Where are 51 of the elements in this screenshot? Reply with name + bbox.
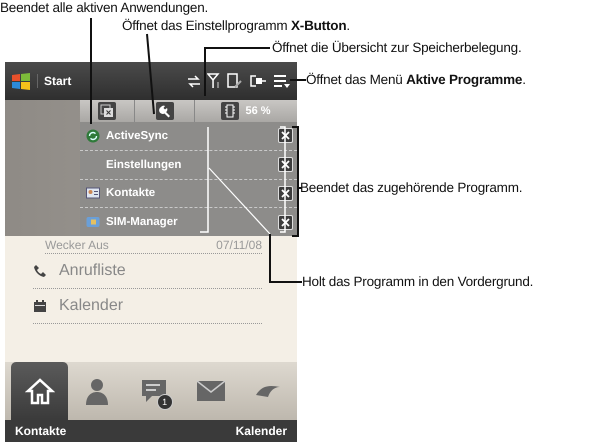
close-icon (281, 131, 290, 140)
leader-line (290, 79, 306, 81)
memory-chip-icon (221, 102, 240, 120)
close-all-button[interactable] (80, 100, 135, 122)
callout-text: Öffnet das Menü Aktive Programme. (306, 72, 526, 87)
close-program-button[interactable] (278, 157, 293, 172)
contact-card-icon (86, 186, 100, 200)
program-item[interactable]: ActiveSync (106, 130, 168, 142)
home-list-item[interactable]: Anrufliste (59, 262, 126, 280)
program-item[interactable]: Einstellungen (106, 158, 182, 171)
device-icon[interactable] (227, 73, 243, 89)
signal-icon[interactable] (207, 73, 221, 89)
callout-text: Beendet alle aktiven Anwendungen. (0, 0, 208, 15)
left-softkey[interactable]: Kontakte (15, 424, 66, 438)
callout-text: Beendet das zugehörende Programm. (300, 180, 522, 195)
sync-icon (86, 128, 100, 143)
phone-icon (33, 264, 47, 278)
speech-bubble-icon (140, 378, 168, 404)
sim-card-icon (86, 215, 100, 230)
stacked-windows-close-icon (98, 102, 116, 120)
wrench-icon (156, 102, 174, 120)
close-program-button[interactable] (278, 186, 293, 201)
close-program-button[interactable] (278, 128, 293, 144)
home-icon (24, 377, 55, 405)
data-connection-icon[interactable] (187, 73, 201, 89)
windows-logo-icon[interactable] (11, 72, 31, 90)
alarm-date: 07/11/08 (216, 238, 262, 252)
calendar-icon (33, 299, 47, 313)
callout-text: Holt das Programm in den Vordergrund. (302, 274, 534, 289)
program-item[interactable]: Kontakte (106, 187, 156, 200)
plug-icon[interactable] (249, 73, 267, 89)
tab[interactable] (11, 362, 68, 420)
close-icon (281, 188, 290, 198)
close-icon (281, 218, 290, 227)
home-list-item[interactable]: Kalender (59, 297, 124, 315)
callout-text: Öffnet das Einstellprogramm X-Button. (122, 18, 350, 33)
person-icon (84, 377, 110, 405)
leader-line (204, 47, 270, 96)
alarm-label[interactable]: Wecker Aus (45, 238, 109, 252)
close-icon (281, 160, 290, 170)
callout-text: Öffnet die Übersicht zur Speicherbelegung. (272, 40, 522, 55)
task-menu-icon[interactable] (273, 73, 291, 89)
program-item[interactable]: SIM-Manager (106, 216, 178, 228)
memory-button[interactable]: 56 % (195, 100, 297, 122)
close-program-button[interactable] (278, 214, 293, 230)
tab[interactable]: 1 (125, 362, 183, 420)
count-badge: 1 (156, 394, 173, 410)
right-softkey[interactable]: Kalender (236, 424, 287, 438)
start-label[interactable]: Start (37, 74, 72, 88)
envelope-icon (196, 380, 226, 402)
settings-button[interactable] (135, 100, 195, 122)
